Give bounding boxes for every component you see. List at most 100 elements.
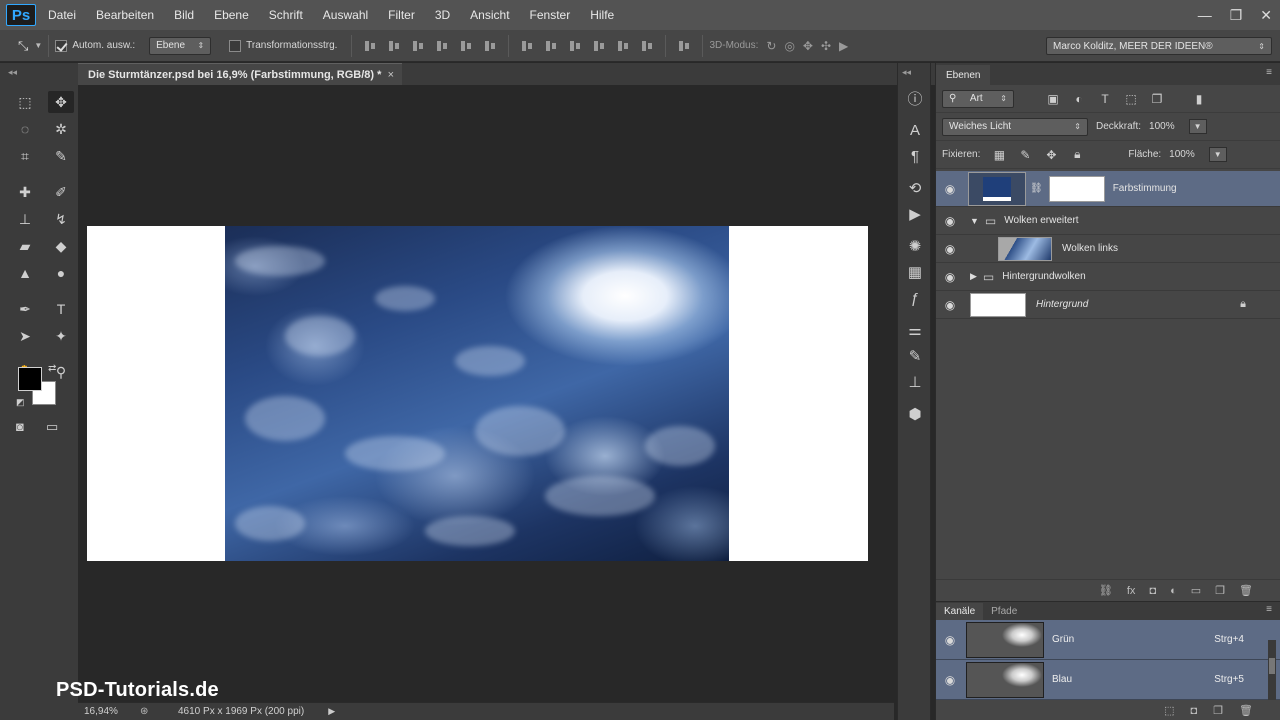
visibility-eye-icon[interactable]: ◉ — [936, 214, 964, 228]
color-palette-icon[interactable]: ✺ — [898, 233, 932, 259]
fill-value[interactable]: 100% — [1169, 149, 1195, 160]
layer-group-row[interactable]: ◉ ▼ ▭ Wolken erweitert — [936, 207, 1280, 235]
brush-tool-icon[interactable]: ✐ — [48, 181, 74, 203]
tab-channels[interactable]: Kanäle — [936, 603, 984, 620]
lock-image-icon[interactable]: ✎ — [1018, 148, 1032, 162]
filter-toggle-icon[interactable]: ▮ — [1192, 92, 1206, 106]
character-icon[interactable]: A — [898, 117, 932, 143]
channels-scrollbar[interactable] — [1268, 640, 1276, 700]
visibility-eye-icon[interactable]: ◉ — [936, 633, 964, 647]
distribute-bottom-icon[interactable] — [568, 39, 582, 53]
menu-filter[interactable]: Filter — [388, 8, 415, 22]
visibility-eye-icon[interactable]: ◉ — [936, 298, 964, 312]
info-icon[interactable]: ⓘ — [898, 85, 932, 111]
channel-row[interactable]: ◉ Blau Strg+5 — [936, 660, 1280, 700]
share-icon[interactable]: ⊛ — [140, 706, 170, 717]
restore-button[interactable]: ❐ — [1230, 7, 1243, 24]
styles-icon[interactable]: ƒ — [898, 285, 932, 311]
align-vcenter-icon[interactable] — [387, 39, 401, 53]
layer-name[interactable]: Hintergrund — [1036, 299, 1088, 310]
canvas-area[interactable] — [78, 85, 894, 702]
layer-name[interactable]: Hintergrundwolken — [1002, 271, 1085, 282]
align-top-icon[interactable] — [363, 39, 377, 53]
lock-all-icon[interactable]: 🔒︎ — [1070, 147, 1084, 162]
new-layer-icon[interactable]: ❐ — [1215, 584, 1225, 597]
minimize-button[interactable]: — — [1198, 7, 1212, 23]
menu-ansicht[interactable]: Ansicht — [470, 8, 509, 22]
document-tab[interactable]: Die Sturmtänzer.psd bei 16,9% (Farbstimm… — [78, 63, 402, 85]
delete-channel-icon[interactable]: 🗑︎ — [1239, 704, 1253, 717]
layer-name[interactable]: Farbstimmung — [1113, 183, 1177, 194]
blend-mode-dropdown[interactable]: Weiches Licht ⇕ — [942, 117, 1088, 136]
eraser-tool-icon[interactable]: ▰ — [12, 235, 38, 257]
filter-adjustment-icon[interactable]: ◐ — [1072, 92, 1086, 106]
filter-kind-dropdown[interactable]: ⚲ Art ⇕ — [942, 89, 1014, 108]
zoom-level[interactable]: 16,94% — [84, 706, 130, 717]
auto-select-target-dropdown[interactable]: Ebene ⇕ — [149, 36, 212, 55]
layer-style-fx-icon[interactable]: fx — [1127, 585, 1136, 597]
menu-datei[interactable]: Datei — [48, 8, 76, 22]
status-menu-arrow-icon[interactable]: ▶ — [328, 706, 335, 717]
dodge-tool-icon[interactable]: ● — [48, 262, 74, 284]
auto-align-icon[interactable] — [677, 39, 691, 53]
visibility-eye-icon[interactable]: ◉ — [936, 242, 964, 256]
chevron-down-icon[interactable]: ▼ — [34, 41, 42, 50]
layer-mask-thumbnail[interactable] — [1048, 175, 1105, 202]
group-expanded-arrow-icon[interactable]: ▼ — [970, 216, 979, 226]
new-group-icon[interactable]: ▭ — [1191, 584, 1201, 597]
visibility-eye-icon[interactable]: ◉ — [936, 182, 964, 196]
channel-row[interactable]: ◉ Grün Strg+4 — [936, 620, 1280, 660]
history-brush-tool-icon[interactable]: ↯ — [48, 208, 74, 230]
panel-menu-icon[interactable]: ≡ — [1266, 604, 1272, 615]
visibility-eye-icon[interactable]: ◉ — [936, 270, 964, 284]
3d-scale-icon[interactable]: ▶ — [839, 39, 848, 53]
lock-position-icon[interactable]: ✥ — [1044, 148, 1058, 162]
actions-icon[interactable]: ▶ — [898, 201, 932, 227]
menu-hilfe[interactable]: Hilfe — [590, 8, 614, 22]
expand-panels-icon[interactable]: ◂◂ — [898, 63, 930, 85]
layer-group-row[interactable]: ◉ ▶ ▭ Hintergrundwolken — [936, 263, 1280, 291]
3d-roll-icon[interactable]: ◎ — [784, 39, 794, 53]
link-chain-icon[interactable]: ⛓ — [1030, 183, 1043, 194]
auto-select-checkbox[interactable] — [55, 39, 68, 52]
blur-tool-icon[interactable]: ▲ — [12, 262, 38, 284]
custom-shape-tool-icon[interactable]: ✦ — [48, 325, 74, 347]
opacity-value[interactable]: 100% — [1149, 121, 1175, 132]
menu-3d[interactable]: 3D — [435, 8, 450, 22]
panel-menu-icon[interactable]: ≡ — [1266, 67, 1272, 78]
filter-smart-object-icon[interactable]: ❐ — [1150, 92, 1164, 106]
marquee-tool-icon[interactable]: ⬚ — [12, 91, 38, 113]
3d-drag-icon[interactable]: ✥ — [803, 39, 813, 53]
brush-presets-icon[interactable]: ✎ — [898, 343, 932, 369]
adjustments-icon[interactable]: ⚌ — [898, 317, 932, 343]
crop-tool-icon[interactable]: ⌗ — [12, 145, 38, 167]
swap-colors-icon[interactable]: ⇄ — [48, 363, 56, 374]
tab-paths[interactable]: Pfade — [983, 603, 1025, 620]
menu-ebene[interactable]: Ebene — [214, 8, 249, 22]
layer-row[interactable]: ◉ Hintergrund 🔒︎ — [936, 291, 1280, 319]
3d-slide-icon[interactable]: ✣ — [821, 39, 831, 53]
align-hcenter-icon[interactable] — [459, 39, 473, 53]
visibility-eye-icon[interactable]: ◉ — [936, 673, 964, 687]
layer-name[interactable]: Wolken erweitert — [1004, 215, 1078, 226]
clone-source-icon[interactable]: ⊥ — [898, 369, 932, 395]
distribute-vcenter-icon[interactable] — [544, 39, 558, 53]
layer-row[interactable]: ◉ Wolken links — [936, 235, 1280, 263]
opacity-dropdown-icon[interactable]: ▼ — [1188, 119, 1207, 134]
clone-stamp-tool-icon[interactable]: ⊥ — [12, 208, 38, 230]
lock-transparency-icon[interactable]: ▦ — [992, 148, 1006, 162]
menu-auswahl[interactable]: Auswahl — [323, 8, 368, 22]
screen-mode-icon[interactable]: ▭ — [46, 419, 58, 435]
load-selection-icon[interactable]: ⬚ — [1164, 704, 1174, 717]
menu-fenster[interactable]: Fenster — [530, 8, 571, 22]
add-mask-icon[interactable]: ◘ — [1149, 585, 1156, 597]
distribute-top-icon[interactable] — [520, 39, 534, 53]
path-selection-tool-icon[interactable]: ➤ — [12, 325, 38, 347]
foreground-color-swatch[interactable] — [18, 367, 42, 391]
lasso-tool-icon[interactable]: ◌ — [12, 118, 38, 140]
distribute-left-icon[interactable] — [592, 39, 606, 53]
healing-brush-tool-icon[interactable]: ✚ — [12, 181, 38, 203]
distribute-right-icon[interactable] — [640, 39, 654, 53]
swatches-icon[interactable]: ▦ — [898, 259, 932, 285]
align-left-icon[interactable] — [435, 39, 449, 53]
